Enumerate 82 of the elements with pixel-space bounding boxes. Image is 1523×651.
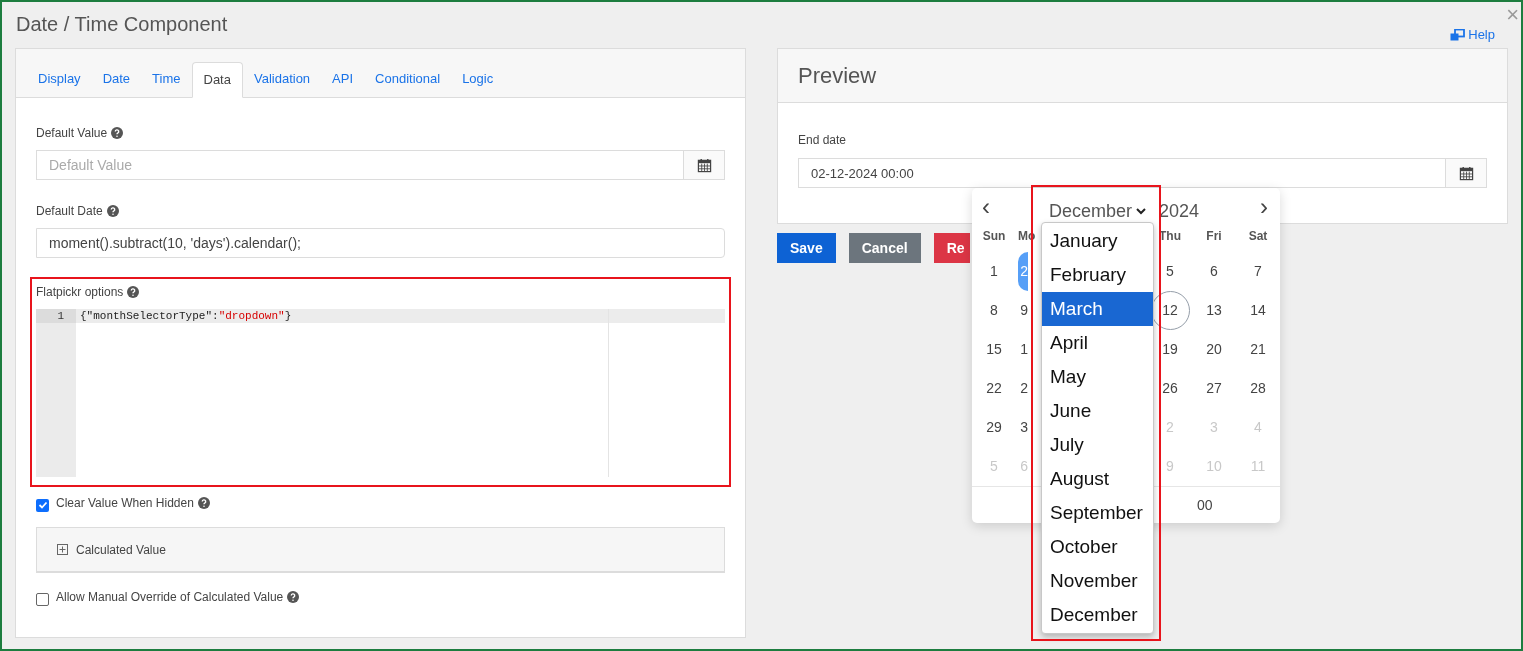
month-select[interactable]: December	[1049, 198, 1147, 225]
weekday-label: Sat	[1248, 228, 1268, 245]
day-cell[interactable]: 15	[974, 330, 1014, 369]
calendar-button[interactable]	[1446, 158, 1487, 188]
month-option[interactable]: June	[1042, 394, 1153, 428]
month-option[interactable]: September	[1042, 496, 1153, 530]
day-cell[interactable]: 1	[1018, 330, 1028, 369]
field-label: Default Date	[36, 203, 103, 220]
panel-title: Calculated Value	[76, 541, 166, 559]
weekday-label: Fri	[1206, 228, 1222, 245]
tab[interactable]: Display	[27, 61, 92, 97]
month-option[interactable]: November	[1042, 564, 1153, 598]
weekday-label: Thu	[1159, 228, 1181, 245]
date-field[interactable]: 02-12-2024 00:00	[798, 158, 1446, 188]
month-option[interactable]: January	[1042, 224, 1153, 258]
help-icon	[127, 286, 140, 298]
collapsible-panel[interactable]: Calculated Value	[36, 527, 725, 573]
checkbox[interactable]	[36, 592, 49, 606]
day-cell[interactable]: 1	[974, 252, 1014, 291]
month-option[interactable]: December	[1042, 598, 1153, 632]
previous-month-button[interactable]: ‹	[982, 196, 990, 218]
day-cell[interactable]: 5	[1150, 252, 1190, 291]
tab[interactable]: Logic	[451, 61, 505, 97]
plus-icon	[57, 544, 68, 555]
tab[interactable]: Date	[91, 61, 142, 97]
month-option[interactable]: May	[1042, 360, 1153, 394]
action-button[interactable]: Cancel	[848, 233, 921, 263]
action-button[interactable]: Save	[777, 233, 836, 263]
day-cell[interactable]: 19	[1150, 330, 1190, 369]
day-cell[interactable]: 3	[1018, 408, 1028, 447]
checkbox-label: Clear Value When Hidden	[56, 495, 194, 512]
day-cell[interactable]: 8	[974, 291, 1014, 330]
calendar-icon	[696, 157, 712, 173]
text-field[interactable]: Default Value	[36, 150, 684, 180]
tab[interactable]: Time	[141, 61, 192, 97]
next-month-button[interactable]: ›	[1260, 196, 1268, 218]
help-icon	[287, 591, 300, 603]
day-cell[interactable]: 2	[1018, 369, 1028, 408]
help-icon	[106, 205, 119, 217]
field-label: End date	[798, 132, 848, 149]
field-label: Flatpickr options	[36, 284, 124, 301]
text-field[interactable]: moment().subtract(10, 'days').calendar();	[36, 228, 725, 258]
calendar-icon	[1458, 165, 1474, 181]
day-cell[interactable]: 22	[974, 369, 1014, 408]
month-option[interactable]: July	[1042, 428, 1153, 462]
day-cell[interactable]: 21	[1238, 330, 1278, 369]
month-option[interactable]: March	[1042, 292, 1153, 326]
day-cell[interactable]: 27	[1194, 369, 1234, 408]
month-option[interactable]: April	[1042, 326, 1153, 360]
day-cell[interactable]: 6	[1194, 252, 1234, 291]
day-cell[interactable]: 29	[974, 408, 1014, 447]
month-option[interactable]: August	[1042, 462, 1153, 496]
action-button[interactable]: Re	[933, 233, 970, 263]
day-cell[interactable]: 9	[1018, 291, 1028, 330]
code-editor[interactable]: 1 {"monthSelectorType":"dropdown"}	[36, 309, 725, 477]
window-title: Date / Time Component	[16, 12, 228, 37]
tab[interactable]: Conditional	[364, 61, 452, 97]
month-option[interactable]: October	[1042, 530, 1153, 564]
month-option[interactable]: February	[1042, 258, 1153, 292]
weekday-label: Sun	[982, 228, 1006, 245]
tab[interactable]: Data	[191, 62, 243, 98]
tab[interactable]: Validation	[242, 61, 322, 97]
day-cell[interactable]: 14	[1238, 291, 1278, 330]
help-icon	[111, 127, 124, 139]
caret-icon	[1136, 208, 1147, 215]
calendar-button[interactable]	[684, 150, 725, 180]
day-cell[interactable]: 13	[1194, 291, 1234, 330]
field-label: Default Value	[36, 125, 108, 142]
day-cell[interactable]: 7	[1238, 252, 1278, 291]
help-icon	[197, 497, 210, 509]
tab[interactable]: API	[321, 61, 365, 97]
year-field[interactable]: 2024	[1159, 198, 1200, 225]
checkbox[interactable]	[36, 498, 49, 512]
panel-title: Preview	[798, 62, 877, 90]
day-cell[interactable]: 20	[1194, 330, 1234, 369]
external-window-icon	[1450, 28, 1466, 41]
line-number: 1	[36, 309, 76, 323]
checkbox-label: Allow Manual Override of Calculated Value	[56, 589, 284, 606]
day-cell[interactable]: 28	[1238, 369, 1278, 408]
day-cell[interactable]: 26	[1150, 369, 1190, 408]
help-link[interactable]: Help	[1450, 25, 1495, 45]
minute-field[interactable]: 00	[1197, 495, 1213, 516]
